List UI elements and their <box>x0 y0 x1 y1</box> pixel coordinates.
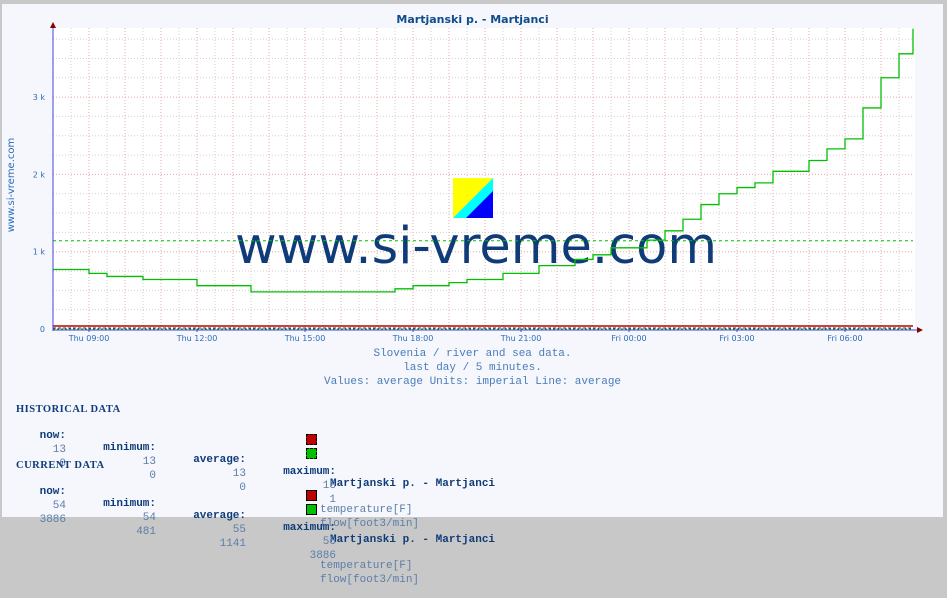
value-average: 55 <box>232 524 246 536</box>
value-average: 0 <box>239 482 246 494</box>
current-row-temperature: 54 54 55 55 temperature[F] <box>16 488 412 572</box>
current-header-row: now: minimum: average: maximum: Martjans… <box>16 474 495 546</box>
info-line-values: Values: average Units: imperial Line: av… <box>323 376 622 388</box>
x-tick-label: Fri 06:00 <box>827 334 862 343</box>
header-maximum: maximum: <box>283 466 336 478</box>
header-station: Martjanski p. - Martjanci <box>330 478 496 490</box>
value-maximum: 55 <box>322 536 336 548</box>
x-tick-label: Thu 15:00 <box>284 334 326 343</box>
header-average: average: <box>193 510 246 522</box>
y-tick-label: 2 k <box>33 170 46 179</box>
x-tick-label: Thu 09:00 <box>68 334 110 343</box>
value-average: 1141 <box>219 538 246 550</box>
value-minimum: 481 <box>136 526 156 538</box>
chart-frame: Martjanski p. - Martjanci www.si-vreme.c… <box>2 4 943 586</box>
flow-legend-swatch <box>306 448 317 459</box>
y-tick-label: 0 <box>40 325 45 334</box>
x-tick-label: Fri 03:00 <box>719 334 754 343</box>
historical-data-table: HISTORICAL DATA now: minimum: average: m… <box>16 404 495 530</box>
historical-header-row: now: minimum: average: maximum: Martjans… <box>16 418 495 490</box>
watermark-text: www.si-vreme.com <box>235 217 717 276</box>
header-maximum: maximum: <box>283 522 336 534</box>
value-now: 3886 <box>39 514 66 526</box>
current-row-flow: 3886 481 1141 3886 flow[foot3/min] <box>16 502 419 586</box>
value-maximum: 1 <box>329 494 336 506</box>
temperature-legend-swatch <box>306 490 317 501</box>
current-title: CURRENT DATA <box>16 460 105 471</box>
y-tick-labels: 0 1 k 2 k 3 k <box>33 93 46 334</box>
current-data-table: CURRENT DATA now: minimum: average: maxi… <box>16 460 495 586</box>
historical-row-flow: 0 0 0 1 flow[foot3/min] <box>16 446 419 530</box>
value-maximum: 13 <box>322 480 336 492</box>
value-average: 13 <box>232 468 246 480</box>
x-tick-label: Thu 21:00 <box>500 334 542 343</box>
temperature-legend-swatch <box>306 434 317 445</box>
y-tick-label: 3 k <box>33 93 46 102</box>
info-line-period: last day / 5 minutes. <box>403 362 542 374</box>
historical-title: HISTORICAL DATA <box>16 404 121 415</box>
legend-label-flow: flow[foot3/min] <box>320 574 420 586</box>
x-tick-labels: Thu 09:00 Thu 12:00 Thu 15:00 Thu 18:00 Thu … <box>68 329 863 343</box>
x-tick-label: Thu 12:00 <box>176 334 218 343</box>
header-average: average: <box>193 454 246 466</box>
value-maximum: 3886 <box>309 550 336 562</box>
info-line-region: Slovenia / river and sea data. <box>373 348 572 360</box>
x-tick-label: Fri 00:00 <box>611 334 646 343</box>
flow-legend-swatch <box>306 504 317 515</box>
header-station: Martjanski p. - Martjanci <box>330 534 496 546</box>
chart-plot: www.si-vreme.com Thu 09:00 Thu 12:00 Thu 1… <box>33 22 923 343</box>
si-vreme-logo-icon <box>453 178 493 218</box>
historical-row-temperature: 13 13 13 13 temperature[F] <box>16 432 412 516</box>
y-axis-arrow-icon <box>50 22 56 28</box>
y-tick-label: 1 k <box>33 248 46 257</box>
x-axis-arrow-icon <box>917 327 923 333</box>
x-tick-label: Thu 18:00 <box>392 334 434 343</box>
